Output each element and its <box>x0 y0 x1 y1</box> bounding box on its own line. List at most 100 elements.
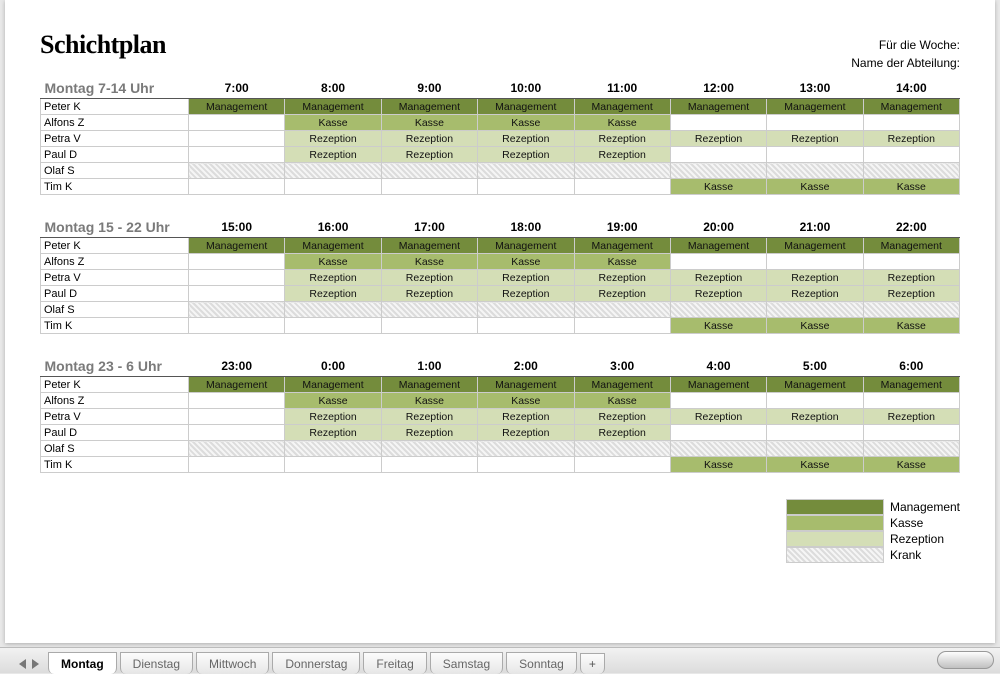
schedule-cell[interactable]: Rezeption <box>478 270 574 286</box>
schedule-cell[interactable]: Rezeption <box>574 409 670 425</box>
schedule-cell[interactable]: Management <box>189 238 285 254</box>
schedule-cell[interactable] <box>670 441 766 457</box>
schedule-cell[interactable] <box>285 179 381 195</box>
schedule-cell[interactable] <box>767 441 863 457</box>
schedule-cell[interactable]: Rezeption <box>863 286 959 302</box>
sheet-tab[interactable]: Montag <box>48 652 117 674</box>
schedule-cell[interactable]: Kasse <box>863 318 959 334</box>
schedule-cell[interactable]: Rezeption <box>285 409 381 425</box>
schedule-cell[interactable]: Rezeption <box>670 270 766 286</box>
schedule-cell[interactable] <box>863 115 959 131</box>
schedule-cell[interactable] <box>189 302 285 318</box>
schedule-cell[interactable]: Rezeption <box>670 409 766 425</box>
sheet-tab[interactable]: Samstag <box>430 652 503 674</box>
chevron-left-icon[interactable] <box>19 659 26 669</box>
schedule-cell[interactable]: Rezeption <box>863 270 959 286</box>
schedule-cell[interactable]: Rezeption <box>381 270 477 286</box>
schedule-cell[interactable]: Rezeption <box>767 131 863 147</box>
schedule-cell[interactable]: Rezeption <box>767 409 863 425</box>
schedule-cell[interactable]: Kasse <box>863 179 959 195</box>
schedule-cell[interactable]: Rezeption <box>381 425 477 441</box>
schedule-cell[interactable] <box>478 163 574 179</box>
schedule-cell[interactable] <box>478 318 574 334</box>
schedule-cell[interactable] <box>381 318 477 334</box>
schedule-cell[interactable] <box>670 115 766 131</box>
schedule-cell[interactable]: Management <box>574 238 670 254</box>
schedule-cell[interactable] <box>478 441 574 457</box>
schedule-cell[interactable]: Management <box>381 238 477 254</box>
schedule-cell[interactable]: Rezeption <box>574 147 670 163</box>
schedule-cell[interactable] <box>863 163 959 179</box>
schedule-cell[interactable] <box>381 302 477 318</box>
schedule-cell[interactable]: Management <box>863 238 959 254</box>
sheet-tab[interactable]: Sonntag <box>506 652 577 674</box>
schedule-cell[interactable] <box>189 393 285 409</box>
schedule-cell[interactable]: Management <box>478 377 574 393</box>
schedule-cell[interactable]: Rezeption <box>285 147 381 163</box>
schedule-cell[interactable]: Kasse <box>574 115 670 131</box>
schedule-cell[interactable] <box>189 286 285 302</box>
schedule-cell[interactable] <box>767 147 863 163</box>
schedule-cell[interactable]: Management <box>670 238 766 254</box>
schedule-cell[interactable]: Management <box>285 99 381 115</box>
schedule-cell[interactable]: Management <box>478 238 574 254</box>
schedule-cell[interactable]: Rezeption <box>478 286 574 302</box>
schedule-cell[interactable] <box>863 302 959 318</box>
schedule-cell[interactable] <box>189 115 285 131</box>
schedule-cell[interactable]: Kasse <box>285 115 381 131</box>
schedule-cell[interactable] <box>863 393 959 409</box>
schedule-cell[interactable] <box>285 302 381 318</box>
schedule-cell[interactable]: Kasse <box>381 393 477 409</box>
schedule-cell[interactable]: Management <box>285 238 381 254</box>
schedule-cell[interactable]: Rezeption <box>285 131 381 147</box>
schedule-cell[interactable] <box>478 179 574 195</box>
sheet-tab[interactable]: Donnerstag <box>272 652 360 674</box>
schedule-cell[interactable] <box>670 163 766 179</box>
schedule-cell[interactable]: Kasse <box>381 115 477 131</box>
schedule-cell[interactable] <box>863 441 959 457</box>
schedule-cell[interactable] <box>285 441 381 457</box>
schedule-cell[interactable]: Rezeption <box>863 131 959 147</box>
schedule-cell[interactable] <box>670 425 766 441</box>
sheet-nav[interactable] <box>16 659 42 669</box>
schedule-cell[interactable]: Rezeption <box>574 131 670 147</box>
schedule-cell[interactable] <box>381 441 477 457</box>
schedule-cell[interactable]: Rezeption <box>381 147 477 163</box>
schedule-cell[interactable]: Rezeption <box>478 425 574 441</box>
schedule-cell[interactable] <box>863 425 959 441</box>
schedule-cell[interactable]: Management <box>767 238 863 254</box>
schedule-cell[interactable] <box>767 393 863 409</box>
schedule-cell[interactable]: Rezeption <box>381 286 477 302</box>
schedule-cell[interactable] <box>767 425 863 441</box>
schedule-cell[interactable] <box>574 441 670 457</box>
schedule-cell[interactable]: Kasse <box>670 318 766 334</box>
schedule-cell[interactable] <box>381 457 477 473</box>
schedule-cell[interactable]: Kasse <box>285 254 381 270</box>
schedule-cell[interactable] <box>189 270 285 286</box>
schedule-cell[interactable]: Kasse <box>767 179 863 195</box>
schedule-cell[interactable] <box>574 302 670 318</box>
schedule-cell[interactable] <box>189 254 285 270</box>
schedule-cell[interactable] <box>285 457 381 473</box>
add-sheet-button[interactable]: + <box>580 653 605 674</box>
schedule-cell[interactable] <box>767 254 863 270</box>
schedule-cell[interactable]: Management <box>478 99 574 115</box>
schedule-cell[interactable] <box>574 163 670 179</box>
schedule-cell[interactable] <box>767 115 863 131</box>
schedule-cell[interactable]: Management <box>285 377 381 393</box>
schedule-cell[interactable]: Management <box>381 377 477 393</box>
schedule-cell[interactable]: Kasse <box>670 179 766 195</box>
schedule-cell[interactable]: Management <box>381 99 477 115</box>
schedule-cell[interactable] <box>189 409 285 425</box>
schedule-cell[interactable] <box>574 457 670 473</box>
schedule-cell[interactable]: Management <box>863 377 959 393</box>
schedule-cell[interactable] <box>189 147 285 163</box>
schedule-cell[interactable] <box>189 179 285 195</box>
schedule-cell[interactable]: Rezeption <box>478 409 574 425</box>
schedule-cell[interactable]: Rezeption <box>381 409 477 425</box>
chevron-right-icon[interactable] <box>32 659 39 669</box>
schedule-cell[interactable] <box>189 425 285 441</box>
schedule-cell[interactable]: Kasse <box>574 254 670 270</box>
schedule-cell[interactable]: Kasse <box>478 115 574 131</box>
schedule-cell[interactable] <box>863 147 959 163</box>
